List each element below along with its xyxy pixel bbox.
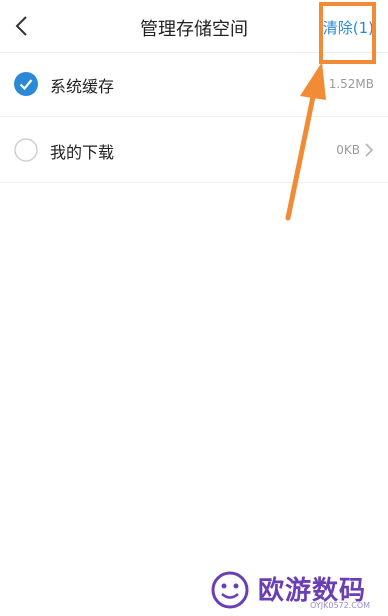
row-label: 我的下载 [50, 143, 115, 162]
watermark: 欧游数码 OYJK0572.COM [210, 570, 380, 610]
chevron-right-icon [365, 143, 374, 157]
row-size: 1.52MB [328, 77, 374, 91]
smiley-logo-icon [211, 571, 249, 609]
list-item-my-downloads[interactable]: 我的下载 0KB [0, 118, 388, 183]
row-size: 0KB [336, 143, 360, 157]
unchecked-circle-icon[interactable] [14, 138, 38, 162]
row-label: 系统缓存 [50, 77, 115, 96]
watermark-url: OYJK0572.COM [310, 601, 371, 610]
list-item-system-cache[interactable]: 系统缓存 1.52MB [0, 52, 388, 117]
checked-circle-icon[interactable] [14, 72, 38, 96]
